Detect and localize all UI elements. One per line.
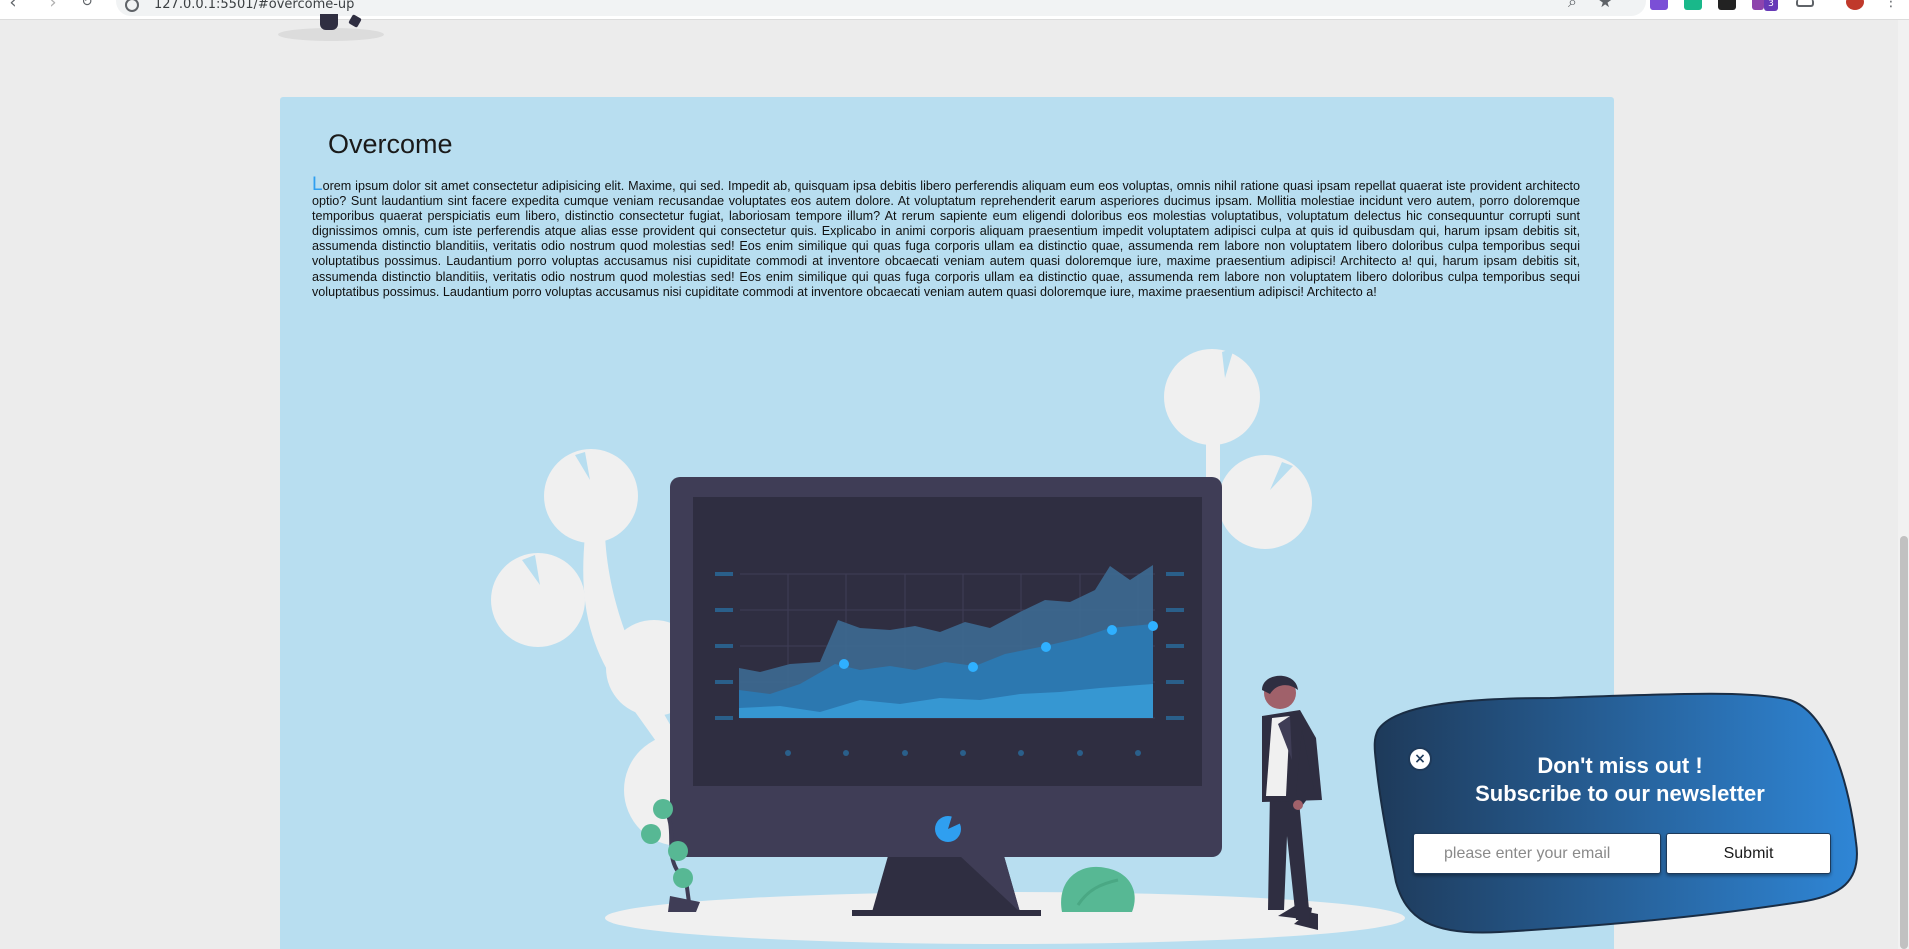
- newsletter-heading: Don't miss out !: [1537, 753, 1703, 778]
- email-input[interactable]: [1413, 833, 1661, 874]
- submit-button[interactable]: Submit: [1666, 833, 1831, 874]
- newsletter-subheading: Subscribe to our newsletter: [1475, 781, 1765, 806]
- newsletter-popup-background: [1373, 692, 1858, 934]
- standing-person: [1262, 675, 1322, 930]
- green-bush: [1061, 866, 1135, 912]
- newsletter-popup: [1370, 692, 1862, 936]
- monitor-base: [852, 910, 1041, 916]
- close-circle-icon[interactable]: ×: [1408, 747, 1432, 771]
